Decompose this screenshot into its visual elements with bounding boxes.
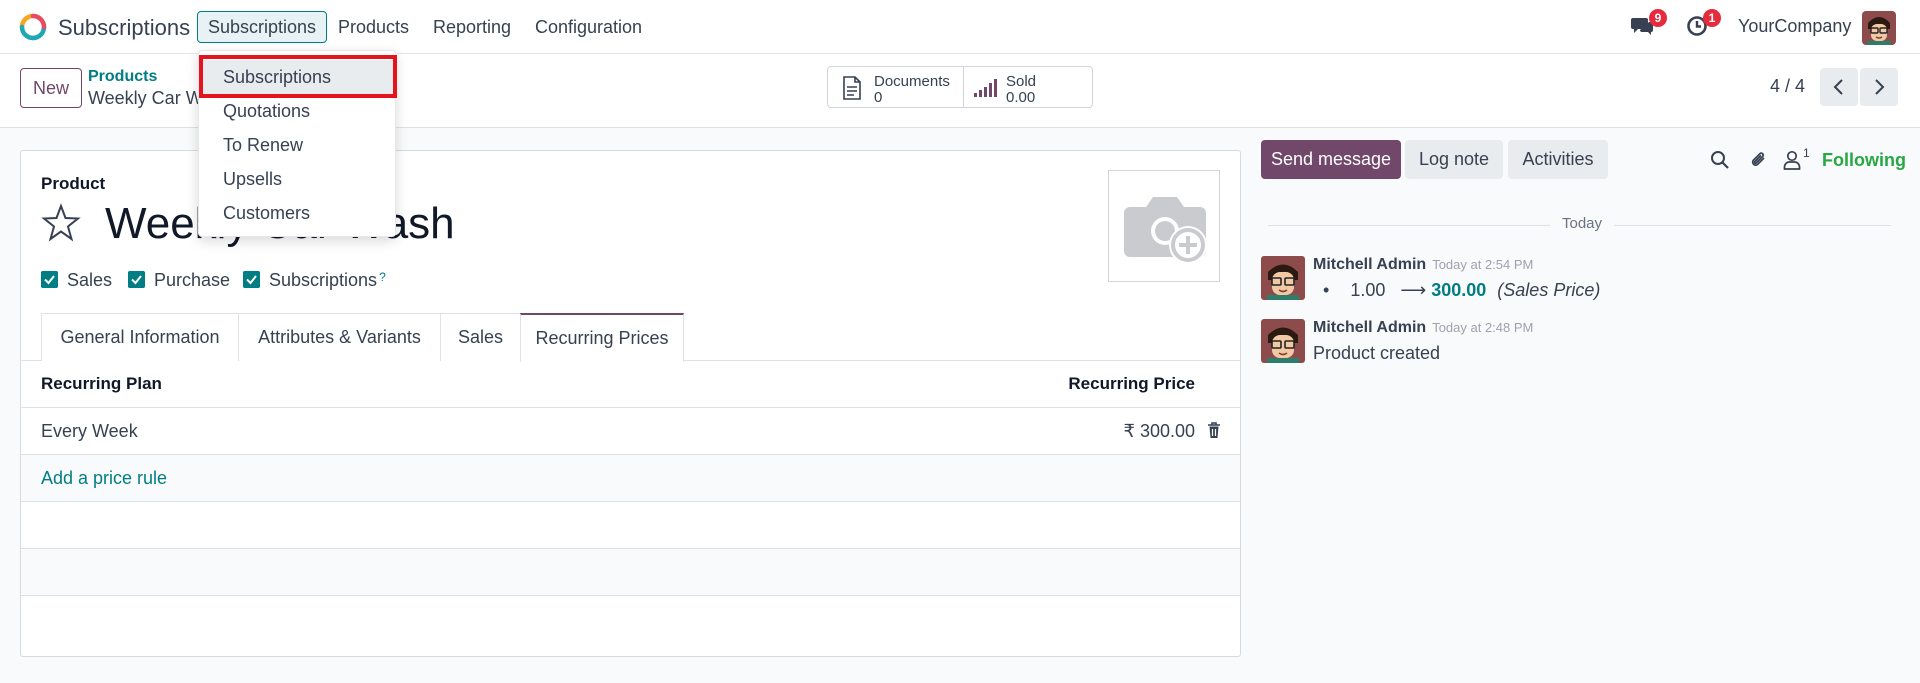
purchase-checkbox[interactable]: Purchase bbox=[128, 270, 238, 290]
arrow-right-icon: ⟶ bbox=[1400, 280, 1427, 300]
table-row[interactable]: Every Week ₹ 300.00 bbox=[21, 408, 1240, 455]
dropdown-item-to-renew[interactable]: To Renew bbox=[199, 128, 395, 162]
send-message-button[interactable]: Send message bbox=[1261, 140, 1401, 179]
tab-general-information[interactable]: General Information bbox=[41, 313, 239, 361]
product-image[interactable] bbox=[1108, 170, 1220, 282]
breadcrumb-current: Weekly Car Wash bbox=[88, 88, 208, 108]
empty-row bbox=[21, 502, 1240, 549]
sold-value: 0.00 bbox=[1006, 89, 1036, 106]
trash-icon[interactable] bbox=[1207, 422, 1221, 439]
bar-chart-icon bbox=[974, 79, 997, 97]
author-name[interactable]: Mitchell Admin bbox=[1313, 319, 1426, 336]
top-navbar: Subscriptions Subscriptions Products Rep… bbox=[0, 0, 1920, 54]
chevron-left-icon bbox=[1833, 79, 1843, 95]
message-time: Today at 2:54 PM bbox=[1432, 257, 1534, 272]
add-price-rule-link[interactable]: Add a price rule bbox=[41, 468, 167, 489]
following-button[interactable]: Following bbox=[1822, 150, 1906, 171]
log-note-button[interactable]: Log note bbox=[1405, 140, 1503, 179]
menu-configuration[interactable]: Configuration bbox=[525, 11, 652, 43]
subscriptions-label-text: Subscriptions bbox=[269, 270, 378, 290]
smart-buttons: Documents 0 Sold 0.00 bbox=[827, 66, 1093, 108]
message-body: Product created bbox=[1313, 343, 1441, 363]
messages-button[interactable]: 9 bbox=[1630, 9, 1667, 39]
tracked-field: (Sales Price) bbox=[1497, 280, 1601, 300]
column-recurring-plan[interactable]: Recurring Plan bbox=[41, 374, 162, 394]
sold-button[interactable]: Sold 0.00 bbox=[964, 67, 1092, 107]
dropdown-item-upsells[interactable]: Upsells bbox=[199, 162, 395, 196]
highlight-annotation bbox=[199, 55, 397, 98]
checkmark-icon bbox=[41, 271, 58, 288]
tab-recurring-prices[interactable]: Recurring Prices bbox=[520, 313, 684, 362]
recurring-prices-header: Recurring Plan Recurring Price bbox=[21, 361, 1240, 408]
camera-add-icon bbox=[1124, 197, 1207, 264]
message-author-avatar[interactable] bbox=[1261, 319, 1305, 363]
tab-attributes-variants[interactable]: Attributes & Variants bbox=[238, 313, 441, 361]
paperclip-icon[interactable] bbox=[1749, 150, 1769, 170]
search-icon[interactable] bbox=[1710, 150, 1730, 170]
app-name[interactable]: Subscriptions bbox=[58, 15, 190, 41]
subscriptions-checkbox[interactable]: Subscriptions? bbox=[243, 270, 393, 290]
document-icon bbox=[843, 76, 861, 100]
breadcrumb-products[interactable]: Products bbox=[88, 68, 157, 86]
message-time: Today at 2:48 PM bbox=[1432, 320, 1534, 335]
column-recurring-price[interactable]: Recurring Price bbox=[1068, 374, 1195, 394]
sold-label: Sold bbox=[1006, 73, 1037, 90]
user-icon bbox=[1783, 150, 1801, 170]
notebook-tabs: General Information Attributes & Variant… bbox=[21, 313, 1240, 362]
pager-next-button[interactable] bbox=[1860, 68, 1898, 106]
row-price[interactable]: ₹ 300.00 bbox=[1123, 421, 1195, 442]
checkmark-icon bbox=[243, 271, 260, 288]
row-plan[interactable]: Every Week bbox=[41, 421, 138, 442]
subscriptions-checkbox-label: Subscriptions? bbox=[269, 270, 386, 291]
message-author-avatar[interactable] bbox=[1261, 256, 1305, 300]
tracking-value-change: • 1.00 ⟶ 300.00 (Sales Price) bbox=[1323, 280, 1600, 301]
purchase-checkbox-label: Purchase bbox=[154, 270, 231, 290]
message-author: Mitchell Admin Today at 2:54 PM bbox=[1313, 256, 1533, 274]
bullet-icon: • bbox=[1323, 280, 1330, 300]
menu-subscriptions[interactable]: Subscriptions bbox=[197, 11, 328, 43]
add-line-row: Add a price rule bbox=[21, 455, 1240, 502]
menu-products[interactable]: Products bbox=[328, 11, 419, 43]
new-button[interactable]: New bbox=[20, 68, 82, 108]
dropdown-item-customers[interactable]: Customers bbox=[199, 196, 395, 230]
user-avatar[interactable] bbox=[1862, 11, 1896, 45]
chevron-right-icon bbox=[1875, 79, 1885, 95]
old-value: 1.00 bbox=[1350, 280, 1386, 300]
new-value: 300.00 bbox=[1431, 280, 1487, 300]
pager-previous-button[interactable] bbox=[1820, 68, 1858, 106]
activities-badge: 1 bbox=[1703, 9, 1721, 27]
sales-checkbox-label: Sales bbox=[67, 270, 113, 290]
product-label: Product bbox=[41, 174, 106, 193]
sales-checkbox[interactable]: Sales bbox=[41, 270, 121, 290]
empty-row bbox=[21, 549, 1240, 596]
pager-value[interactable]: 4 / 4 bbox=[1770, 76, 1805, 97]
activities-button[interactable]: Activities bbox=[1508, 140, 1608, 179]
author-name[interactable]: Mitchell Admin bbox=[1313, 256, 1426, 273]
message-author: Mitchell Admin Today at 2:48 PM bbox=[1313, 319, 1533, 337]
followers-count: 1 bbox=[1803, 146, 1810, 160]
help-tooltip-icon[interactable]: ? bbox=[379, 270, 386, 284]
documents-label: Documents bbox=[874, 73, 950, 90]
followers-button[interactable]: 1 bbox=[1783, 146, 1817, 172]
documents-count: 0 bbox=[874, 89, 883, 106]
menu-reporting[interactable]: Reporting bbox=[423, 11, 521, 43]
tab-sales[interactable]: Sales bbox=[440, 313, 521, 361]
date-separator-label: Today bbox=[1550, 215, 1615, 232]
checkmark-icon bbox=[128, 271, 145, 288]
favorite-star-icon[interactable] bbox=[41, 203, 81, 243]
activities-button[interactable]: 1 bbox=[1686, 9, 1721, 39]
documents-button[interactable]: Documents 0 bbox=[828, 67, 963, 107]
company-switcher[interactable]: YourCompany bbox=[1738, 16, 1851, 37]
subscriptions-app-icon[interactable] bbox=[19, 13, 47, 41]
dropdown-item-quotations[interactable]: Quotations bbox=[199, 94, 395, 128]
messages-badge: 9 bbox=[1649, 9, 1667, 27]
